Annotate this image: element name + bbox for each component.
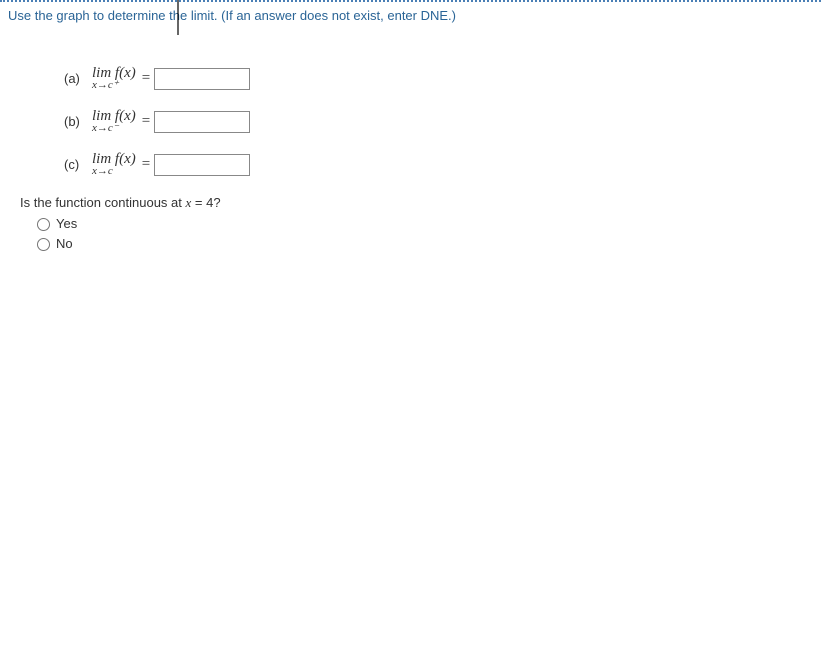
part-a-label: (a) (64, 71, 92, 86)
part-a-row: (a) lim f(x) x→c⁺ = (64, 66, 813, 91)
limit-sub: x→c⁺ (92, 80, 119, 91)
equals-sign: = (142, 156, 150, 173)
limit-expr-b: lim f(x) x→c⁻ (92, 109, 136, 134)
radio-yes-label: Yes (56, 216, 77, 231)
equals-sign: = (142, 70, 150, 87)
limit-graph: 2 4 6 8 4 2 -2 -4 y x (4, (68, 0, 498, 43)
cont-q-pre: Is the function continuous at (20, 195, 186, 210)
part-b-row: (b) lim f(x) x→c⁻ = (64, 109, 813, 134)
answer-input-a[interactable] (154, 68, 250, 90)
answer-input-c[interactable] (154, 154, 250, 176)
limit-sub: x→c⁻ (92, 123, 119, 134)
question-content: Use the graph to determine the limit. (I… (0, 2, 821, 261)
radio-no[interactable] (37, 238, 50, 251)
continuity-question: Is the function continuous at x = 4? (20, 195, 813, 211)
radio-yes-row: Yes (32, 215, 813, 231)
graph-figure-real: 2 4 6 8 4 2 -2 -4 y x (4, (68, 0, 813, 46)
parts-list: (a) lim f(x) x→c⁺ = (b) lim f(x) x→c⁻ = … (64, 66, 813, 177)
radio-no-label: No (56, 236, 73, 251)
radio-yes[interactable] (37, 218, 50, 231)
limit-expr-a: lim f(x) x→c⁺ (92, 66, 136, 91)
limit-expr-c: lim f(x) x→c (92, 152, 136, 177)
equals-sign: = (142, 113, 150, 130)
part-b-label: (b) (64, 114, 92, 129)
part-c-label: (c) (64, 157, 92, 172)
part-c-row: (c) lim f(x) x→c = (64, 152, 813, 177)
y-tick-label: -4 (158, 0, 168, 1)
radio-no-row: No (32, 235, 813, 251)
cont-q-post: = 4? (191, 195, 220, 210)
answer-input-b[interactable] (154, 111, 250, 133)
limit-sub: x→c (92, 166, 113, 177)
